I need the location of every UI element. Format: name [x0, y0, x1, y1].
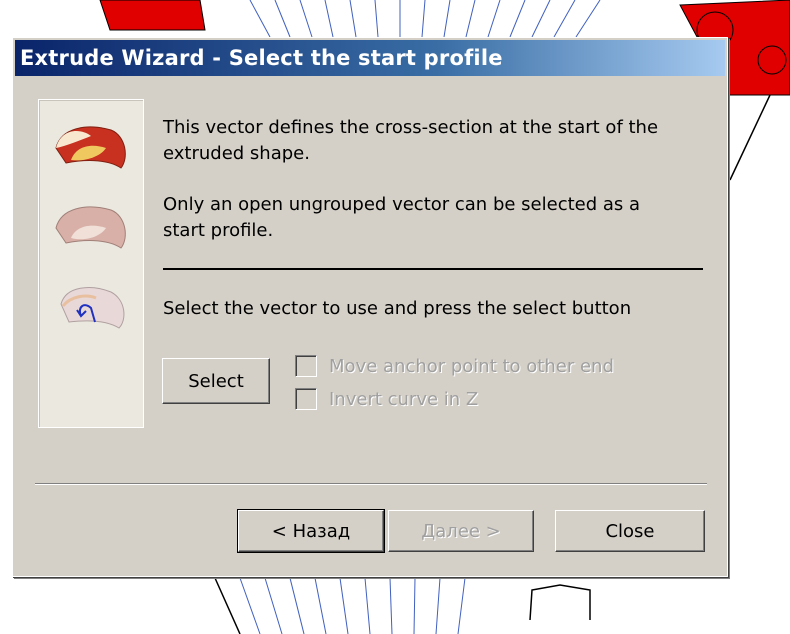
move-anchor-option[interactable]: Move anchor point to other end [295, 355, 614, 377]
back-button[interactable]: < Назад [237, 509, 385, 553]
move-anchor-checkbox[interactable] [295, 355, 317, 377]
dialog-title: Extrude Wizard - Select the start profil… [20, 46, 503, 70]
content-separator [163, 268, 703, 270]
instruction-line-3: Only an open ungrouped vector can be sel… [163, 194, 641, 215]
background-red-object-left [99, 0, 206, 31]
footer-separator [35, 483, 707, 485]
invert-curve-checkbox[interactable] [295, 388, 317, 410]
instruction-line-4: start profile. [163, 220, 274, 241]
instruction-line-2: extruded shape. [163, 143, 310, 164]
select-prompt: Select the vector to use and press the s… [163, 298, 632, 319]
next-button[interactable]: Далее > [388, 510, 534, 552]
move-anchor-label: Move anchor point to other end [329, 355, 614, 377]
extrude-profile-red-icon [55, 126, 126, 169]
extrude-profile-pale-icon [55, 206, 126, 249]
close-button[interactable]: Close [555, 510, 705, 552]
instruction-line-1: This vector defines the cross-section at… [163, 117, 659, 138]
invert-curve-option[interactable]: Invert curve in Z [295, 388, 478, 410]
invert-curve-label: Invert curve in Z [329, 388, 479, 410]
extrude-wizard-dialog: Extrude Wizard - Select the start profil… [12, 37, 728, 577]
title-bar[interactable]: Extrude Wizard - Select the start profil… [15, 40, 725, 76]
extrude-profile-arrow-icon [60, 287, 125, 329]
select-button[interactable]: Select [162, 358, 270, 404]
wizard-side-panel [38, 99, 144, 428]
